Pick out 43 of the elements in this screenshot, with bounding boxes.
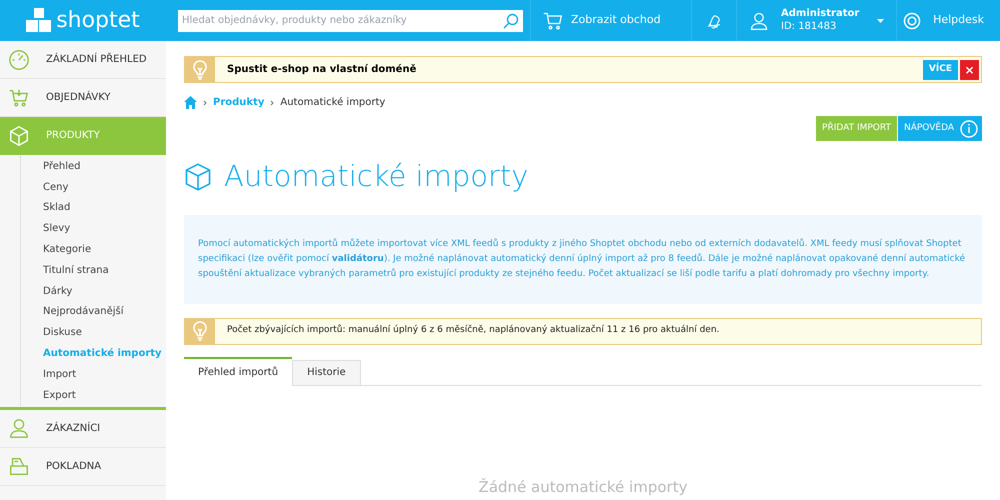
sidebar-item[interactable]: ZÁKAZNÍCI <box>0 410 166 448</box>
submenu-item[interactable]: Ceny <box>21 176 166 198</box>
tab[interactable]: Historie <box>292 360 361 386</box>
lightbulb-icon <box>191 60 209 80</box>
banner-text: Spustit e-shop na vlastní doméně <box>227 63 416 77</box>
logo-icon <box>26 8 52 34</box>
chevron-icon <box>203 100 207 106</box>
user-icon <box>749 10 769 30</box>
search-icon <box>503 12 519 28</box>
submenu-item[interactable]: Nejprodávanější <box>21 302 166 322</box>
submenu-item[interactable]: Export <box>21 384 166 406</box>
sidebar-item[interactable]: POKLADNA <box>0 448 166 486</box>
breadcrumb-current: Automatické importy <box>280 96 386 110</box>
sidebar-item[interactable]: ZÁKLADNÍ PŘEHLED <box>0 41 166 79</box>
submenu-item[interactable]: Kategorie <box>21 239 166 260</box>
box-icon <box>184 162 212 192</box>
lightbulb-icon <box>191 321 209 341</box>
cash-register-icon <box>8 455 30 478</box>
page-title: Automatické importy <box>224 158 528 195</box>
lifebuoy-icon[interactable] <box>903 12 922 30</box>
notice-text: Počet zbývajících importů: manuální úplný 6 z 6 měsíčně, naplánovaný aktualizační 11 z 16 pro aktuální den. <box>227 324 720 338</box>
empty-message: Žádné automatické importy <box>478 476 688 498</box>
gauge-icon <box>8 48 30 70</box>
close-button[interactable]: × <box>960 60 979 80</box>
submenu-item[interactable]: Přehled <box>21 156 166 177</box>
submenu-item[interactable]: Import <box>21 364 166 385</box>
caret-icon <box>877 18 884 22</box>
info-text: Pomocí automatických importů můžete importovat více XML feedů s produkty z jiného Shoptet obchodu nebo od externích dodavatelů. XML feedy musí splňovat Shoptet specifikaci (lze ověřit pomocí validátoru). Je možné naplánovat automatický denní úplný import až pro 8 feedů. Dále je možné naplánovat opakované denní automatické spouštění aktualizace vybraných parametrů pro existující produkty ze stejného feedu. Počet aktualizací se liší podle tarifu a platí dohromady pro všechny importy. <box>198 237 966 280</box>
submenu-item[interactable]: Titulní strana <box>21 260 166 281</box>
chevron-icon <box>270 100 274 106</box>
user-name: Administrator <box>781 8 860 20</box>
box-icon <box>8 124 30 146</box>
cart-icon[interactable] <box>543 10 563 30</box>
submenu-item[interactable]: Dárky <box>21 280 166 302</box>
tab[interactable]: Přehled importů <box>184 356 292 386</box>
submenu-item[interactable]: Diskuse <box>21 322 166 344</box>
home-icon[interactable] <box>184 96 197 109</box>
logo-text: shoptet <box>56 10 140 32</box>
user-id: ID: 181483 <box>781 20 838 33</box>
submenu-item[interactable]: Sklad <box>21 198 166 218</box>
info-icon <box>960 120 978 138</box>
user-icon <box>8 417 30 440</box>
submenu-item[interactable]: Slevy <box>21 218 166 240</box>
